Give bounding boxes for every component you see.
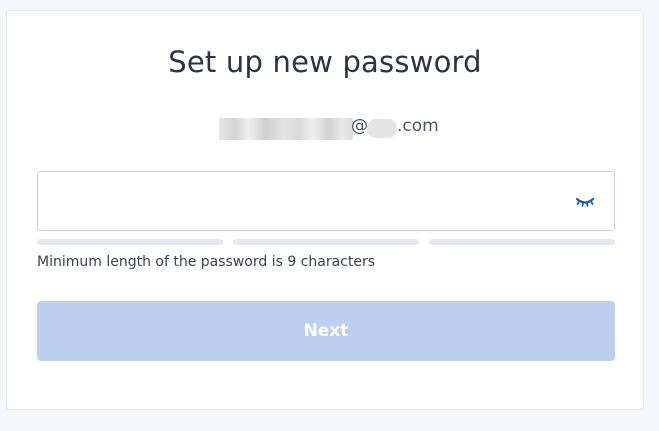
email-at-sign: @ [351, 116, 368, 136]
next-button[interactable]: Next [37, 301, 615, 361]
email-domain-redacted [367, 119, 397, 138]
password-requirement-hint: Minimum length of the password is 9 char… [37, 254, 376, 270]
strength-bar-segment [233, 239, 419, 245]
strength-bar-segment [429, 239, 615, 245]
eye-closed-icon[interactable] [573, 192, 597, 210]
password-setup-card: Set up new password @ .com Minimum lengt… [6, 10, 644, 410]
email-display: @ .com [7, 116, 643, 140]
email-tld: .com [397, 116, 439, 136]
password-input[interactable] [50, 182, 554, 222]
strength-bar-segment [37, 239, 223, 245]
password-field[interactable] [37, 171, 615, 231]
email-username-redacted [219, 118, 353, 140]
password-strength-meter [37, 239, 615, 245]
page-title: Set up new password [168, 45, 482, 79]
